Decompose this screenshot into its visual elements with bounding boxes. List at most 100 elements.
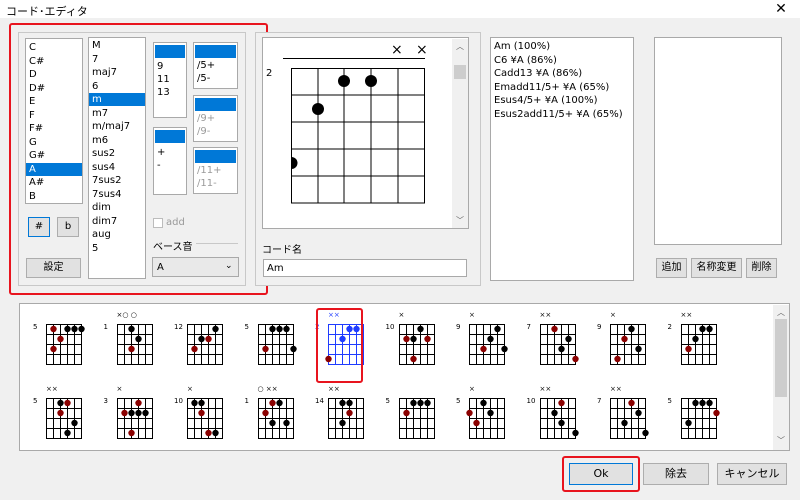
eleventh-mod-list[interactable]: /11+ /11- — [193, 147, 238, 194]
quality-item[interactable]: M — [89, 39, 145, 52]
tension-9-list[interactable]: 9 11 13 — [153, 42, 187, 118]
chord-voicing[interactable]: 5 — [32, 308, 92, 376]
chord-voicing[interactable]: 1 ×○ ○ — [103, 308, 163, 376]
quality-item[interactable]: aug — [89, 228, 145, 241]
remove-button[interactable]: 除去 — [643, 463, 709, 485]
list-item[interactable]: /11+ — [194, 164, 237, 177]
quality-item[interactable]: 7 — [89, 53, 145, 66]
list-item[interactable]: 13 — [154, 86, 186, 99]
chord-voicing[interactable]: 12 — [173, 308, 233, 376]
quality-item[interactable]: sus2 — [89, 147, 145, 160]
rename-button[interactable]: 名称変更 — [691, 258, 742, 278]
candidate-item[interactable]: Am (100%) — [491, 40, 633, 53]
list-item[interactable]: /5- — [194, 72, 237, 85]
candidate-item[interactable]: Cadd13 ¥A (86%) — [491, 67, 633, 80]
add-button[interactable]: 追加 — [656, 258, 687, 278]
delete-button[interactable]: 削除 — [746, 258, 777, 278]
quality-item[interactable]: m — [89, 93, 145, 106]
scroll-up-icon[interactable]: ︿ — [773, 307, 789, 318]
plus-minus-list[interactable]: + - — [153, 127, 187, 195]
root-item[interactable]: C — [26, 41, 82, 54]
quality-item[interactable]: m/maj7 — [89, 120, 145, 133]
chord-voicing[interactable]: 14 ×× — [314, 382, 374, 450]
chord-voicing[interactable]: 9 × — [596, 308, 656, 376]
list-item[interactable]: 9 — [154, 60, 186, 73]
chord-voicing[interactable]: 2 ×× — [667, 308, 727, 376]
candidate-item[interactable]: C6 ¥A (86%) — [491, 54, 633, 67]
list-item[interactable]: /9- — [194, 125, 237, 138]
voicings-scrollbar[interactable]: ︿ ﹀ — [773, 305, 789, 450]
chord-voicing[interactable]: 10 × — [385, 308, 445, 376]
chord-voicing[interactable]: 1 ○ ×× — [244, 382, 304, 450]
chord-voicing[interactable]: 7 ×× — [596, 382, 656, 450]
voicing-diagram — [398, 398, 435, 439]
flat-button[interactable]: b — [57, 217, 79, 237]
root-item[interactable]: A — [26, 162, 82, 176]
quality-item[interactable]: m7 — [89, 107, 145, 120]
voicing-diagram — [46, 398, 82, 439]
scroll-down-icon[interactable]: ﹀ — [452, 215, 468, 226]
chord-voicing[interactable]: 7 ×× — [526, 308, 586, 376]
list-item[interactable]: /9+ — [194, 112, 237, 125]
close-icon[interactable]: ✕ — [770, 0, 792, 18]
ninth-mod-list[interactable]: /9+ /9- — [193, 95, 238, 142]
quality-item[interactable]: 7sus4 — [89, 188, 145, 201]
list-item[interactable]: + — [154, 146, 186, 159]
diagram-scrollbar[interactable]: ︿ ﹀ — [452, 39, 468, 228]
chord-voicing[interactable]: 9 × — [455, 308, 515, 376]
quality-item[interactable]: m6 — [89, 134, 145, 147]
chord-name-input[interactable]: Am — [263, 259, 467, 277]
quality-item[interactable]: 5 — [89, 242, 145, 255]
bass-separator — [196, 243, 238, 244]
candidate-item[interactable]: Esus2add11/5+ ¥A (65%) — [491, 108, 633, 121]
chord-candidates-list[interactable]: Am (100%) C6 ¥A (86%) Cadd13 ¥A (86%) Emadd… — [490, 37, 634, 281]
chord-voicing[interactable]: 5 ×× — [32, 382, 92, 450]
root-item[interactable]: F — [26, 109, 82, 122]
chord-voicing[interactable]: 5 × — [455, 382, 515, 450]
candidate-item[interactable]: Esus4/5+ ¥A (100%) — [491, 94, 633, 107]
candidate-item[interactable]: Emadd11/5+ ¥A (65%) — [491, 81, 633, 94]
quality-item[interactable]: 7sus2 — [89, 174, 145, 187]
chord-voicing[interactable]: 3 × — [103, 382, 163, 450]
fifth-mod-list[interactable]: /5+ /5- — [193, 42, 238, 89]
cancel-button[interactable]: キャンセル — [717, 463, 787, 485]
chord-voicing[interactable]: 5 — [385, 382, 445, 450]
sharp-button[interactable]: # — [28, 217, 50, 237]
scroll-up-icon[interactable]: ︿ — [452, 41, 468, 52]
bass-select[interactable]: A ⌄ — [152, 257, 239, 277]
chord-voicing[interactable]: 10 ×× — [526, 382, 586, 450]
quality-item[interactable]: 6 — [89, 80, 145, 93]
root-item[interactable]: A# — [26, 176, 82, 189]
quality-item[interactable]: maj7 — [89, 66, 145, 79]
scroll-down-icon[interactable]: ﹀ — [773, 435, 789, 446]
list-item[interactable]: /11- — [194, 177, 237, 190]
root-list[interactable]: C C# D D# E F F# G G# A A# B — [25, 38, 83, 204]
root-item[interactable]: D — [26, 68, 82, 81]
settings-button[interactable]: 設定 — [26, 258, 81, 278]
root-item[interactable]: G — [26, 136, 82, 149]
scrollbar-thumb[interactable] — [775, 319, 787, 397]
add-checkbox[interactable] — [153, 218, 163, 228]
voicing-diagram — [680, 398, 720, 439]
ok-button[interactable]: Ok — [569, 463, 633, 485]
quality-item[interactable]: dim — [89, 201, 145, 214]
list-item[interactable]: - — [154, 159, 186, 172]
root-item[interactable]: C# — [26, 55, 82, 68]
quality-list[interactable]: M 7 maj7 6 m m7 m/maj7 m6 sus2 sus4 7sus2 7sus4 dim d… — [88, 37, 146, 279]
quality-item[interactable]: sus4 — [89, 161, 145, 174]
root-item[interactable]: E — [26, 95, 82, 108]
root-item[interactable]: D# — [26, 82, 82, 95]
root-item[interactable]: G# — [26, 149, 82, 162]
chord-diagram-view[interactable]: 2 × × ︿ ﹀ — [262, 37, 469, 229]
voicing-string-marks: × — [398, 311, 405, 319]
scrollbar-thumb[interactable] — [454, 65, 466, 79]
chord-voicing[interactable]: 5 — [244, 308, 304, 376]
quality-item[interactable]: dim7 — [89, 215, 145, 228]
root-item[interactable]: B — [26, 190, 82, 203]
list-item[interactable]: 11 — [154, 73, 186, 86]
root-item[interactable]: F# — [26, 122, 82, 135]
chord-voicing[interactable]: 5 — [667, 382, 727, 450]
chord-voicing[interactable]: 10 × — [173, 382, 233, 450]
list-item[interactable]: /5+ — [194, 59, 237, 72]
saved-chords-list[interactable] — [654, 37, 782, 245]
